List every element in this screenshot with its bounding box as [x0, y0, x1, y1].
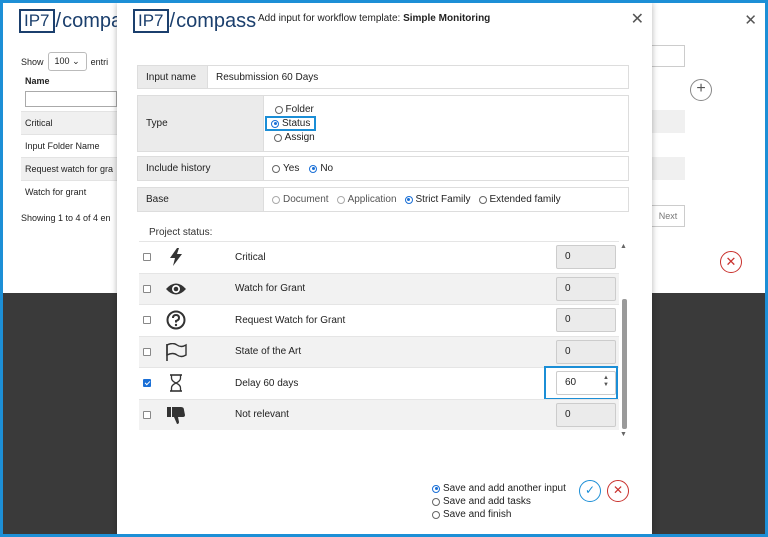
save-add-another-option[interactable]: Save and add another input	[432, 483, 566, 494]
logo-ip7: IP7	[19, 9, 55, 33]
dialog-title: Add input for workflow template: Simple …	[258, 13, 491, 24]
table-row[interactable]: Watch for grant	[21, 180, 121, 203]
base-option-extended-family[interactable]: Extended family	[478, 194, 561, 205]
base-radio-group: Document Application Strict Family Exten…	[264, 188, 561, 211]
next-page-button[interactable]: Next	[651, 205, 685, 227]
status-days-input[interactable]: 0	[556, 339, 616, 364]
status-days-input[interactable]: 0	[556, 308, 616, 333]
save-options: Save and add another input Save and add …	[432, 483, 566, 520]
type-radio-group: Folder Status Assign	[264, 96, 317, 151]
page-size-control: Show 100 ⌄ entri	[21, 52, 108, 71]
chevron-down-icon: ⌄	[72, 56, 80, 66]
table-row-tail	[651, 157, 685, 180]
include-history-label: Include history	[138, 157, 264, 180]
status-checkbox[interactable]	[143, 379, 151, 388]
base-option-document[interactable]: Document	[272, 194, 329, 205]
table-row[interactable]: Input Folder Name	[21, 134, 121, 157]
dialog-header: IP7 / compass Add input for workflow tem…	[117, 3, 652, 35]
status-days-input[interactable]: 0	[556, 276, 616, 301]
type-option-status[interactable]: Status	[265, 116, 317, 131]
eye-icon	[165, 278, 187, 300]
background-table: Name Critical Input Folder Name Request …	[21, 71, 121, 203]
type-option-assign[interactable]: Assign	[273, 132, 315, 143]
app-frame: IP7 / compass ✕ Show 100 ⌄ entri Name Cr…	[3, 3, 765, 534]
status-row-state-of-the-art: State of the Art 0	[139, 335, 619, 367]
table-row[interactable]: Request watch for gra	[21, 157, 121, 180]
scroll-thumb[interactable]	[622, 299, 627, 429]
background-search-input[interactable]	[651, 45, 685, 67]
base-label: Base	[138, 188, 264, 211]
table-info: Showing 1 to 4 of 4 en	[21, 213, 111, 223]
save-add-tasks-option[interactable]: Save and add tasks	[432, 496, 566, 507]
scroll-down-icon[interactable]: ▼	[620, 431, 627, 438]
status-days-input[interactable]: 0	[556, 402, 616, 427]
status-row-delay-60-days: Delay 60 days 60 ▲ ▼	[139, 366, 619, 401]
dialog-logo: IP7 / compass	[133, 9, 256, 33]
status-name: Delay 60 days	[235, 377, 299, 389]
thumbs-down-icon	[165, 404, 187, 426]
base-option-application[interactable]: Application	[336, 194, 397, 205]
base-option-strict-family[interactable]: Strict Family	[404, 194, 471, 205]
table-row[interactable]: Critical	[21, 111, 121, 134]
status-checkbox[interactable]	[143, 253, 151, 262]
status-checkbox[interactable]	[143, 347, 151, 356]
add-input-dialog: IP7 / compass Add input for workflow tem…	[117, 3, 652, 534]
status-row-critical: Critical 0	[139, 241, 619, 273]
save-finish-option[interactable]: Save and finish	[432, 509, 566, 520]
template-name: Simple Monitoring	[403, 13, 491, 24]
status-checkbox[interactable]	[143, 410, 151, 419]
status-row-request-watch-for-grant: Request Watch for Grant 0	[139, 304, 619, 336]
hourglass-icon	[165, 372, 187, 394]
type-row: Type Folder Status Assign	[137, 95, 629, 152]
project-status-label: Project status:	[149, 227, 213, 238]
type-option-folder[interactable]: Folder	[274, 104, 314, 115]
background-close-icon[interactable]: ✕	[744, 11, 757, 29]
include-history-no[interactable]: No	[309, 163, 333, 174]
include-history-yes[interactable]: Yes	[272, 163, 299, 174]
project-status-list: Critical 0 Watch for Grant 0 Request Wat…	[139, 241, 619, 431]
type-label: Type	[138, 96, 264, 151]
status-checkbox[interactable]	[143, 284, 151, 293]
scroll-up-icon[interactable]: ▲	[620, 243, 627, 250]
status-name: Request Watch for Grant	[235, 314, 346, 326]
background-cancel-icon[interactable]: ✕	[720, 251, 742, 273]
status-name: Not relevant	[235, 409, 289, 421]
status-name: State of the Art	[235, 346, 302, 358]
column-header-name[interactable]: Name	[21, 71, 121, 91]
base-row: Base Document Application Strict Family …	[137, 187, 629, 212]
cancel-x-icon[interactable]: ✕	[607, 480, 629, 502]
entries-label: entri	[90, 56, 109, 67]
flag-icon	[165, 341, 187, 363]
name-filter-input[interactable]	[25, 91, 117, 107]
lightning-icon	[165, 246, 187, 268]
input-name-row: Input name Resubmission 60 Days	[137, 65, 629, 89]
status-list-scrollbar[interactable]: ▲ ▼	[619, 243, 629, 439]
add-icon[interactable]: +	[690, 79, 712, 101]
status-row-not-relevant: Not relevant 0	[139, 398, 619, 430]
question-circle-icon	[165, 309, 187, 331]
show-label: Show	[21, 56, 44, 67]
status-row-watch-for-grant: Watch for Grant 0	[139, 272, 619, 304]
close-icon[interactable]: ✕	[631, 9, 644, 29]
input-name-label: Input name	[138, 66, 208, 88]
spinner-arrows-icon[interactable]: ▲ ▼	[603, 375, 609, 389]
input-name-field[interactable]: Resubmission 60 Days	[208, 66, 318, 88]
logo-compass: compass	[176, 9, 257, 32]
status-name: Critical	[235, 251, 266, 263]
status-name: Watch for Grant	[235, 283, 306, 295]
include-history-row: Include history Yes No	[137, 156, 629, 181]
include-history-radio-group: Yes No	[264, 157, 333, 180]
page-size-select[interactable]: 100 ⌄	[47, 52, 87, 71]
status-checkbox[interactable]	[143, 316, 151, 325]
table-row-tail	[651, 110, 685, 133]
confirm-check-icon[interactable]: ✓	[579, 480, 601, 502]
status-days-input[interactable]: 0	[556, 245, 616, 270]
status-days-input[interactable]: 60 ▲ ▼	[556, 371, 616, 396]
logo-ip7: IP7	[133, 9, 169, 33]
